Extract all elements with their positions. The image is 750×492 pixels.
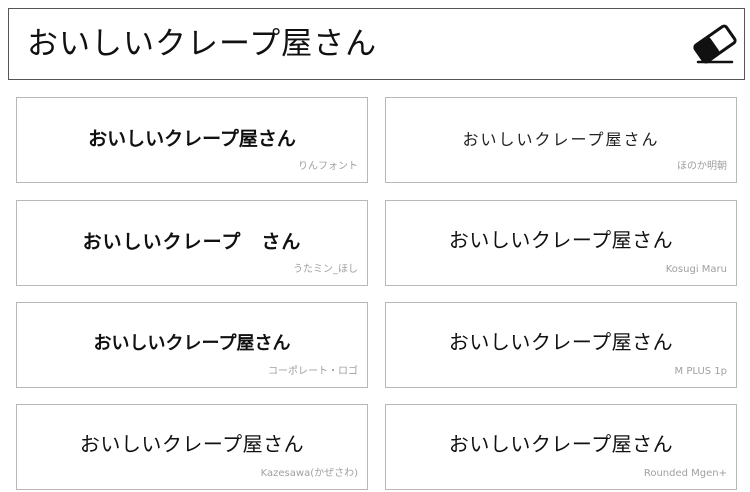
font-sample-text: おいしいクレープ屋さん — [79, 432, 305, 456]
font-sample-text: おいしいクレープ屋さん — [448, 330, 674, 354]
text-input-value[interactable]: おいしいクレープ屋さん — [27, 9, 377, 79]
font-card-rin[interactable]: おいしいクレープ屋さん りんフォント — [16, 97, 368, 183]
font-card-kosugi-maru[interactable]: おいしいクレープ屋さん Kosugi Maru — [385, 200, 737, 286]
font-name-label: ほのか明朝 — [677, 161, 727, 172]
eraser-icon[interactable] — [692, 23, 738, 65]
font-name-label: コーポレート・ロゴ — [268, 366, 358, 377]
font-sample-text: おいしいクレープ屋さん — [88, 128, 296, 150]
font-card-corporate-logo[interactable]: おいしいクレープ屋さん コーポレート・ロゴ — [16, 302, 368, 388]
font-sample-text: おいしいクレープ屋さん — [448, 228, 674, 252]
font-card-kazesawa[interactable]: おいしいクレープ屋さん Kazesawa(かぜさわ) — [16, 404, 368, 490]
font-sample-text: おいしいクレープ屋さん — [93, 333, 291, 354]
font-name-label: りんフォント — [298, 161, 358, 172]
font-card-utamin-hoshi[interactable]: おいしいクレープ さん うたミン_ほし — [16, 200, 368, 286]
font-card-honoka-mincho[interactable]: おいしいクレープ屋さん ほのか明朝 — [385, 97, 737, 183]
font-name-label: Kazesawa(かぜさわ) — [260, 468, 358, 479]
font-name-label: Rounded Mgen+ — [643, 468, 727, 479]
font-card-rounded-mgen[interactable]: おいしいクレープ屋さん Rounded Mgen+ — [385, 404, 737, 490]
font-name-label: M PLUS 1p — [674, 366, 727, 377]
font-sample-text: おいしいクレープ屋さん — [448, 432, 674, 456]
text-input[interactable]: おいしいクレープ屋さん — [8, 8, 745, 80]
font-name-label: Kosugi Maru — [665, 264, 727, 275]
font-name-label: うたミン_ほし — [293, 264, 358, 275]
font-card-m-plus-1p[interactable]: おいしいクレープ屋さん M PLUS 1p — [385, 302, 737, 388]
font-sample-text: おいしいクレープ屋さん — [462, 130, 660, 149]
font-sample-text: おいしいクレープ さん — [82, 231, 302, 253]
